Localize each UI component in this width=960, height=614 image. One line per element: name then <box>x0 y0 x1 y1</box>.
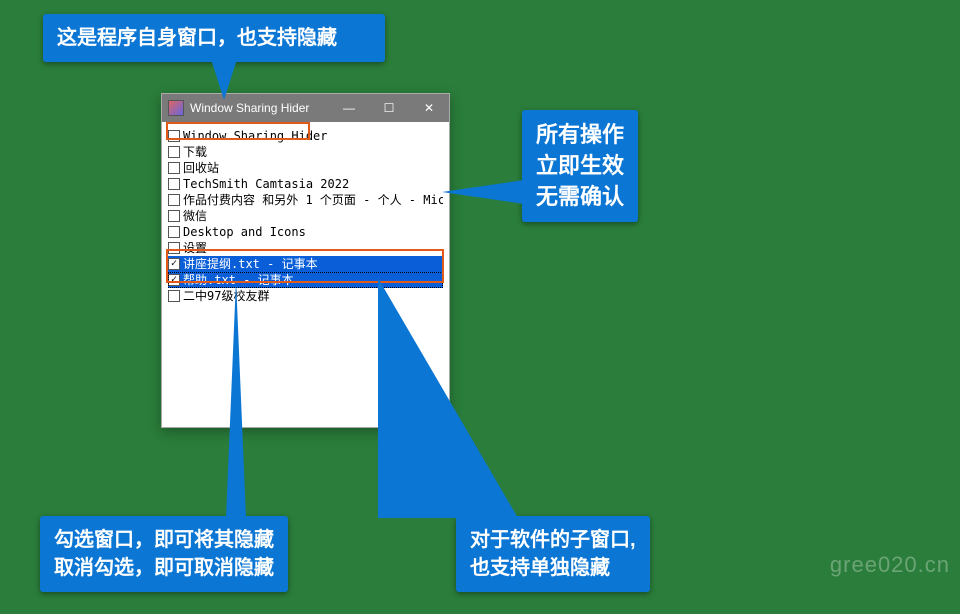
list-item-label: 讲座提纲.txt - 记事本 <box>183 256 318 272</box>
watermark: gree020.cn <box>830 552 950 578</box>
list-item-label: Desktop and Icons <box>183 224 306 240</box>
list-item[interactable]: 下载 <box>168 144 443 160</box>
list-item-label: 下载 <box>183 144 207 160</box>
list-item-label: 作品付费内容 和另外 1 个页面 - 个人 - Microsoft? Ed <box>183 192 443 208</box>
checkbox[interactable] <box>168 226 180 238</box>
list-item-label: Window Sharing Hider <box>183 128 328 144</box>
checkbox[interactable]: ✓ <box>168 274 180 286</box>
checkbox[interactable] <box>168 130 180 142</box>
callout-self-window: 这是程序自身窗口，也支持隐藏 <box>43 14 385 62</box>
list-item-label: 微信 <box>183 208 207 224</box>
callout-top-pointer <box>210 56 238 100</box>
list-item-label: 回收站 <box>183 160 219 176</box>
list-item[interactable]: 设置 <box>168 240 443 256</box>
list-item[interactable]: 微信 <box>168 208 443 224</box>
checkbox[interactable] <box>168 162 180 174</box>
callout-bl-pointer <box>226 280 246 518</box>
checkbox[interactable] <box>168 194 180 206</box>
app-icon <box>168 100 184 116</box>
list-item[interactable]: Desktop and Icons <box>168 224 443 240</box>
list-item[interactable]: Window Sharing Hider <box>168 128 443 144</box>
callout-subwindow: 对于软件的子窗口, 也支持单独隐藏 <box>456 516 650 592</box>
window-title: Window Sharing Hider <box>190 101 329 115</box>
callout-check-hide: 勾选窗口，即可将其隐藏 取消勾选，即可取消隐藏 <box>40 516 288 592</box>
list-item[interactable]: 回收站 <box>168 160 443 176</box>
maximize-button[interactable]: ☐ <box>369 94 409 122</box>
callout-immediate: 所有操作 立即生效 无需确认 <box>522 110 638 222</box>
callout-right-pointer <box>442 180 524 204</box>
checkbox[interactable] <box>168 290 180 302</box>
list-item-label: 设置 <box>183 240 207 256</box>
close-button[interactable]: ✕ <box>409 94 449 122</box>
checkbox[interactable] <box>168 242 180 254</box>
checkbox[interactable] <box>168 146 180 158</box>
checkbox[interactable] <box>168 178 180 190</box>
callout-br-pointer <box>378 278 518 518</box>
list-item[interactable]: 作品付费内容 和另外 1 个页面 - 个人 - Microsoft? Ed <box>168 192 443 208</box>
list-item[interactable]: ✓讲座提纲.txt - 记事本 <box>168 256 443 272</box>
list-item-label: TechSmith Camtasia 2022 <box>183 176 349 192</box>
list-item[interactable]: TechSmith Camtasia 2022 <box>168 176 443 192</box>
checkbox[interactable]: ✓ <box>168 258 180 270</box>
minimize-button[interactable]: — <box>329 94 369 122</box>
titlebar[interactable]: Window Sharing Hider — ☐ ✕ <box>162 94 449 122</box>
checkbox[interactable] <box>168 210 180 222</box>
